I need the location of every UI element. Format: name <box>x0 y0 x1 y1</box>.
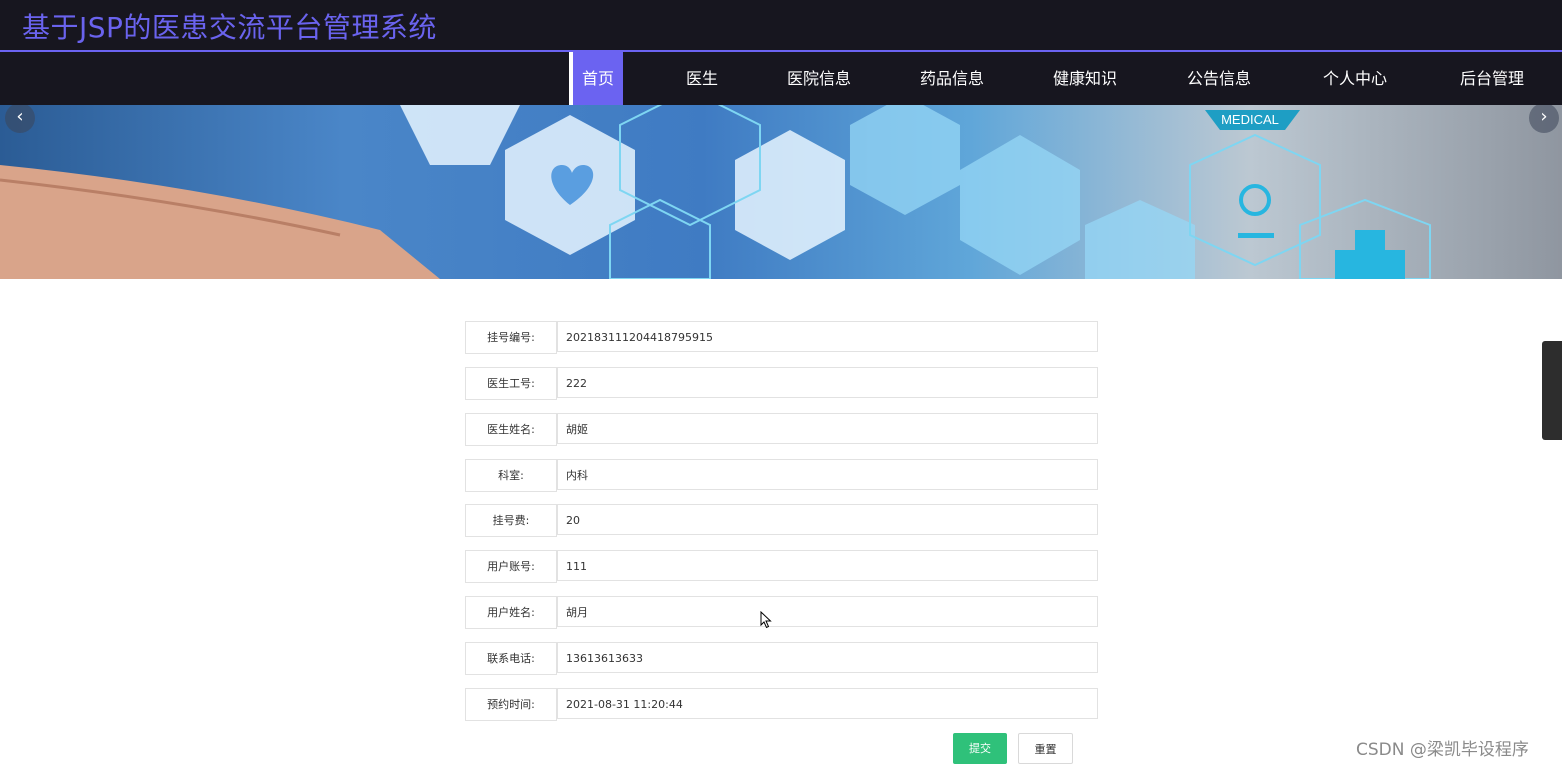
form-row-doctor-name: 医生姓名: 胡姬 <box>465 413 1099 446</box>
form-row-registration-no: 挂号编号: 20218311120441879591​5 <box>465 321 1099 354</box>
banner-medical-text: MEDICAL <box>1221 112 1279 127</box>
phone-field[interactable]: 13613613633 <box>557 642 1098 673</box>
appointment-time-field[interactable]: 2021-08-31 11:20:44 <box>557 688 1098 719</box>
main-nav: 首页 医生 医院信息 药品信息 健康知识 公告信息 个人中心 后台管理 <box>0 50 1562 107</box>
chevron-left-icon: ‹ <box>16 106 24 127</box>
form-row-user-name: 用户姓名: 胡月 <box>465 596 1099 629</box>
field-label: 医生姓名: <box>465 413 557 446</box>
nav-item-announcement[interactable]: 公告信息 <box>1178 52 1260 105</box>
fee-field[interactable]: 20 <box>557 504 1098 535</box>
side-panel-tab[interactable] <box>1542 341 1562 440</box>
field-label: 挂号费: <box>465 504 557 537</box>
mouse-cursor-icon <box>760 611 772 629</box>
department-field[interactable]: 内科 <box>557 459 1098 490</box>
doctor-name-field[interactable]: 胡姬 <box>557 413 1098 444</box>
reset-button[interactable]: 重置 <box>1018 733 1073 764</box>
nav-item-health-knowledge[interactable]: 健康知识 <box>1044 52 1126 105</box>
doctor-id-field[interactable]: 222 <box>557 367 1098 398</box>
watermark: CSDN @梁凯毕设程序 <box>1356 740 1529 760</box>
registration-no-field[interactable]: 20218311120441879591​5 <box>557 321 1098 352</box>
nav-item-medicine-info[interactable]: 药品信息 <box>911 52 993 105</box>
form-row-fee: 挂号费: 20 <box>465 504 1099 537</box>
top-header: 基于JSP的医患交流平台管理系统 <box>0 0 1562 50</box>
nav-item-hospital-info[interactable]: 医院信息 <box>778 52 860 105</box>
nav-item-doctor[interactable]: 医生 <box>672 52 732 105</box>
banner-image: MEDICAL <box>0 105 1431 279</box>
field-label: 医生工号: <box>465 367 557 400</box>
form-row-doctor-id: 医生工号: 222 <box>465 367 1099 400</box>
field-label: 科室: <box>465 459 557 492</box>
form-row-user-account: 用户账号: 111 <box>465 550 1099 583</box>
form-row-appointment-time: 预约时间: 2021-08-31 11:20:44 <box>465 688 1099 721</box>
site-title: 基于JSP的医患交流平台管理系统 <box>22 11 437 44</box>
submit-button[interactable]: 提交 <box>953 733 1007 764</box>
nav-item-admin[interactable]: 后台管理 <box>1450 52 1534 105</box>
user-name-field[interactable]: 胡月 <box>557 596 1098 627</box>
field-label: 联系电话: <box>465 642 557 675</box>
form-row-phone: 联系电话: 13613613633 <box>465 642 1099 675</box>
form-row-department: 科室: 内科 <box>465 459 1099 492</box>
nav-item-personal-center[interactable]: 个人中心 <box>1314 52 1396 105</box>
field-label: 用户账号: <box>465 550 557 583</box>
nav-item-home[interactable]: 首页 <box>569 52 623 105</box>
chevron-right-icon: › <box>1540 106 1548 127</box>
user-account-field[interactable]: 111 <box>557 550 1098 581</box>
field-label: 预约时间: <box>465 688 557 721</box>
banner-carousel: MEDICAL ‹ › <box>0 105 1562 279</box>
field-label: 挂号编号: <box>465 321 557 354</box>
field-label: 用户姓名: <box>465 596 557 629</box>
